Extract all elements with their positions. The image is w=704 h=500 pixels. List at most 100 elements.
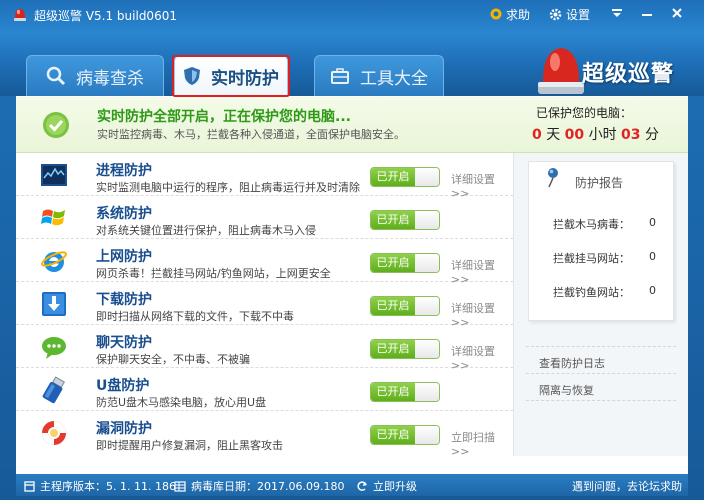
header-bar: 超级巡警 V5.1 build0601 求助 设置 病毒查杀 实时防护 工具大全…	[0, 0, 704, 97]
database-icon	[174, 480, 186, 492]
virus-db-date-text: 病毒库日期：2017.06.09.180	[191, 480, 345, 493]
list-item-system: 系统防护 对系统关键位置进行保护，阻止病毒木马入侵 已开启	[16, 196, 513, 239]
list-item-process: 进程防护 实时监测电脑中运行的程序，阻止病毒运行并及时清除 已开启 详细设置>>	[16, 153, 513, 200]
tab-label: 实时防护	[211, 68, 279, 89]
toggle-state: 已开启	[371, 340, 415, 358]
item-name: U盘防护	[96, 378, 150, 394]
toggle-knob	[415, 297, 439, 315]
enabled-toggle[interactable]: 已开启	[370, 253, 440, 273]
item-desc: 保护聊天安全，不中毒、不被骗	[96, 353, 250, 366]
tab-label: 病毒查杀	[76, 68, 144, 89]
window-frame-left	[0, 96, 16, 500]
toggle-knob	[415, 426, 439, 444]
divider	[526, 400, 676, 401]
item-desc: 实时监测电脑中运行的程序，阻止病毒运行并及时清除	[96, 181, 360, 194]
report-card: 防护报告 拦截木马病毒： 0 拦截挂马网站： 0 拦截钓鱼网站： 0	[528, 161, 674, 321]
program-version: 主程序版本：5. 1. 11. 186	[24, 478, 176, 494]
close-icon	[672, 8, 682, 18]
minimize-icon	[642, 14, 652, 16]
title-bar[interactable]: 超级巡警 V5.1 build0601 求助 设置	[0, 0, 704, 28]
item-desc: 即时提醒用户修复漏洞，阻止黑客攻击	[96, 439, 283, 452]
download-icon	[42, 292, 66, 316]
program-version-text: 主程序版本：5. 1. 11. 186	[40, 480, 176, 493]
guard-minute-unit: 分	[644, 127, 659, 143]
toggle-state: 已开启	[371, 383, 415, 401]
footer-spacer	[16, 456, 688, 474]
item-name: 进程防护	[96, 163, 152, 179]
toggle-knob	[415, 168, 439, 186]
upgrade-button[interactable]: 立即升级	[356, 478, 417, 494]
item-desc: 防范U盘木马感染电脑，放心用U盘	[96, 396, 267, 409]
guard-minutes: 03	[621, 127, 641, 143]
ie-browser-icon	[41, 251, 67, 272]
chat-bubble-icon	[42, 337, 66, 359]
close-button[interactable]	[664, 2, 690, 24]
help-button[interactable]: 求助	[490, 4, 530, 24]
enabled-toggle[interactable]: 已开启	[370, 296, 440, 316]
toggle-knob	[415, 254, 439, 272]
guard-duration-label: 已保护您的电脑：	[536, 106, 633, 120]
windows-logo-icon	[41, 209, 65, 226]
list-item-web: 上网防护 网页杀毒！拦截挂马网站/钓鱼网站，上网更安全 已开启 详细设置>>	[16, 239, 513, 286]
toggle-knob	[415, 211, 439, 229]
lifebuoy-icon	[42, 421, 66, 445]
guard-hours: 00	[564, 127, 585, 143]
scan-now-link[interactable]: 立即扫描>>	[451, 429, 513, 458]
upgrade-label: 立即升级	[373, 480, 417, 493]
tab-virus-scan[interactable]: 病毒查杀	[26, 55, 164, 96]
view-log-link[interactable]: 查看防护日志	[539, 355, 605, 371]
virus-db-date: 病毒库日期：2017.06.09.180	[174, 478, 344, 494]
item-name: 下载防护	[96, 292, 152, 308]
refresh-icon	[357, 481, 367, 491]
status-bar: 主程序版本：5. 1. 11. 186 病毒库日期：2017.06.09.180…	[16, 474, 688, 496]
status-title: 实时防护全部开启，正在保护您的电脑...	[97, 109, 351, 125]
enabled-toggle[interactable]: 已开启	[370, 210, 440, 230]
item-name: 漏洞防护	[96, 421, 152, 437]
item-desc: 网页杀毒！拦截挂马网站/钓鱼网站，上网更安全	[96, 267, 331, 280]
status-subtitle: 实时监控病毒、木马，拦截各种入侵通道，全面保护电脑安全。	[97, 128, 405, 141]
toggle-state: 已开启	[371, 426, 415, 444]
gear-icon	[549, 8, 562, 20]
enabled-toggle[interactable]: 已开启	[370, 167, 440, 187]
help-label: 求助	[506, 7, 531, 22]
protection-status-banner: 实时防护全部开启，正在保护您的电脑... 实时监控病毒、木马，拦截各种入侵通道，…	[16, 97, 688, 153]
minimize-button[interactable]	[634, 2, 660, 24]
quarantine-link[interactable]: 隔离与恢复	[539, 382, 594, 398]
toggle-state: 已开启	[371, 168, 415, 186]
list-item-usb: U盘防护 防范U盘木马感染电脑，放心用U盘 已开启	[16, 368, 513, 411]
app-title: 超级巡警 V5.1 build0601	[34, 9, 177, 23]
process-monitor-icon	[41, 164, 67, 186]
report-panel: 防护报告 拦截木马病毒： 0 拦截挂马网站： 0 拦截钓鱼网站： 0 查看防护日…	[513, 153, 688, 456]
settings-label: 设置	[566, 7, 591, 22]
forum-help-link[interactable]: 遇到问题，去论坛求助	[572, 478, 682, 494]
guard-days: 0	[532, 127, 542, 143]
toggle-state: 已开启	[371, 254, 415, 272]
item-name: 系统防护	[96, 206, 152, 222]
enabled-toggle[interactable]: 已开启	[370, 339, 440, 359]
shield-icon	[184, 67, 200, 85]
guard-day-unit: 天	[546, 127, 561, 143]
enabled-toggle[interactable]: 已开启	[370, 425, 440, 445]
list-item-vulnerability: 漏洞防护 即时提醒用户修复漏洞，阻止黑客攻击 已开启 立即扫描>>	[16, 411, 513, 458]
tab-label: 工具大全	[360, 68, 428, 89]
protection-list: 进程防护 实时监测电脑中运行的程序，阻止病毒运行并及时清除 已开启 详细设置>>…	[16, 153, 513, 458]
item-desc: 即时扫描从网络下载的文件，下载不中毒	[96, 310, 294, 323]
siren-icon	[14, 9, 26, 21]
item-name: 上网防护	[96, 249, 152, 265]
tab-realtime-protection[interactable]: 实时防护	[174, 55, 288, 96]
report-value: 0	[649, 216, 656, 229]
toolbox-icon	[331, 68, 349, 84]
lifebuoy-icon	[490, 8, 502, 20]
tab-toolbox[interactable]: 工具大全	[314, 55, 444, 96]
enabled-toggle[interactable]: 已开启	[370, 382, 440, 402]
report-value: 0	[649, 250, 656, 263]
report-label: 拦截挂马网站：	[553, 252, 630, 265]
guard-hour-unit: 小时	[588, 127, 617, 143]
list-item-download: 下载防护 即时扫描从网络下载的文件，下载不中毒 已开启 详细设置>>	[16, 282, 513, 329]
toggle-knob	[415, 383, 439, 401]
menu-button[interactable]	[604, 2, 630, 24]
list-item-chat: 聊天防护 保护聊天安全，不中毒、不被骗 已开启 详细设置>>	[16, 325, 513, 372]
settings-button[interactable]: 设置	[549, 4, 590, 24]
report-label: 拦截木马病毒：	[553, 218, 630, 231]
pushpin-icon	[548, 168, 558, 188]
